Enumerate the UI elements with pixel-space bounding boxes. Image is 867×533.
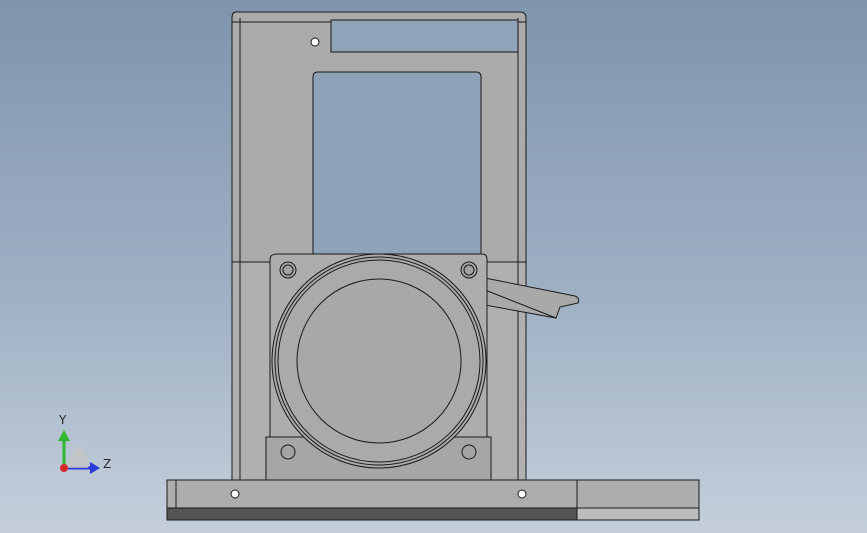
top-notch <box>330 19 519 53</box>
window-opening <box>312 71 482 256</box>
mounting-hole <box>310 37 320 47</box>
motor-face <box>296 278 462 444</box>
base-plate <box>166 479 700 513</box>
graphics-viewport[interactable]: Y Z <box>0 0 867 533</box>
z-axis-label: Z <box>103 457 112 471</box>
axis-triad <box>58 430 100 474</box>
y-axis-label: Y <box>59 413 67 427</box>
model-drawing[interactable] <box>0 0 867 533</box>
